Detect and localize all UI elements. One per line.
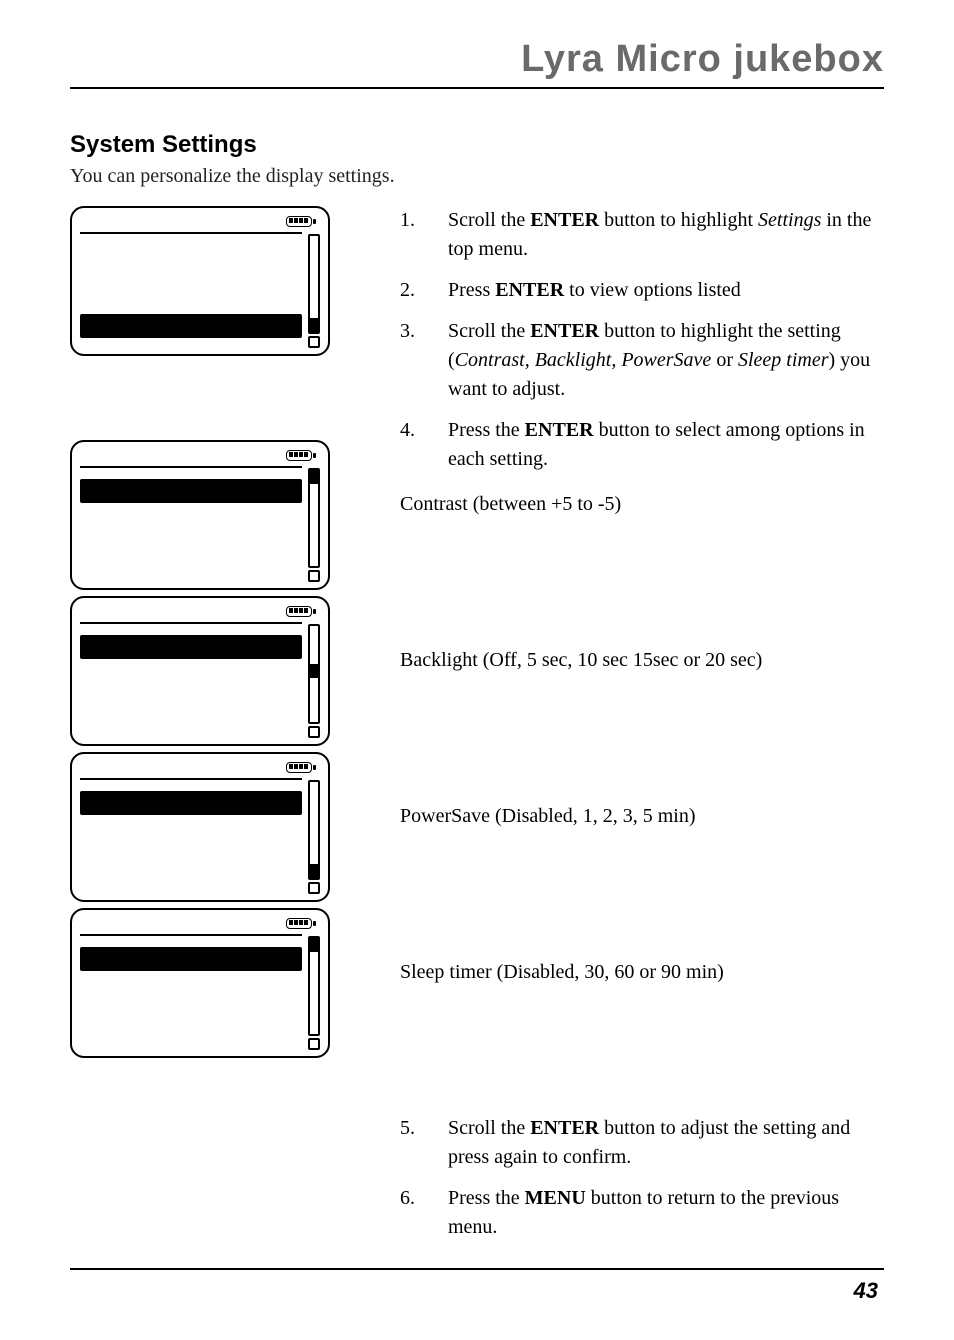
device-row bbox=[80, 791, 302, 815]
step-text: Scroll the ENTER button to highlight the… bbox=[448, 317, 884, 404]
scrollbar bbox=[308, 234, 320, 348]
device-rows bbox=[80, 936, 302, 1050]
option-label: Backlight (Off, 5 sec, 10 sec 15sec or 2… bbox=[400, 646, 884, 674]
device-row bbox=[80, 669, 302, 693]
battery-icon bbox=[286, 450, 316, 461]
scrollbar bbox=[308, 936, 320, 1050]
step-number: 1. bbox=[400, 206, 448, 264]
step-number: 3. bbox=[400, 317, 448, 404]
scrollbar bbox=[308, 468, 320, 582]
device-row bbox=[80, 825, 302, 849]
device-row bbox=[80, 635, 302, 659]
device-rows bbox=[80, 624, 302, 738]
battery-icon bbox=[286, 918, 316, 929]
battery-icon bbox=[286, 606, 316, 617]
step-number: 6. bbox=[400, 1184, 448, 1242]
device-row bbox=[80, 245, 302, 269]
device-row bbox=[80, 860, 302, 884]
step-number: 4. bbox=[400, 416, 448, 474]
step-text: Press ENTER to view options listed bbox=[448, 276, 884, 305]
instruction-step: 2.Press ENTER to view options listed bbox=[400, 276, 884, 305]
left-column bbox=[70, 206, 380, 1254]
device-row bbox=[80, 981, 302, 1005]
device-screen bbox=[70, 440, 380, 596]
header-title: Lyra Micro jukebox bbox=[70, 38, 884, 89]
page: Lyra Micro jukebox System Settings You c… bbox=[0, 0, 954, 1340]
device-row bbox=[80, 314, 302, 338]
device-rows bbox=[80, 780, 302, 894]
instruction-step: 4.Press the ENTER button to select among… bbox=[400, 416, 884, 474]
device-rows bbox=[80, 468, 302, 582]
instruction-step: 6.Press the MENU button to return to the… bbox=[400, 1184, 884, 1242]
battery-icon bbox=[286, 216, 316, 227]
device-row bbox=[80, 1016, 302, 1040]
option-label: Sleep timer (Disabled, 30, 60 or 90 min) bbox=[400, 958, 884, 986]
device-row bbox=[80, 548, 302, 572]
section-title: System Settings bbox=[70, 131, 884, 159]
step-text: Press the ENTER button to select among o… bbox=[448, 416, 884, 474]
option-powersave: PowerSave (Disabled, 1, 2, 3, 5 min) bbox=[400, 802, 884, 958]
battery-icon bbox=[286, 762, 316, 773]
device-screen bbox=[70, 206, 380, 362]
option-contrast: Contrast (between +5 to -5) bbox=[400, 486, 884, 646]
device-row bbox=[80, 479, 302, 503]
page-number: 43 bbox=[854, 1278, 878, 1304]
instruction-step: 1.Scroll the ENTER button to highlight S… bbox=[400, 206, 884, 264]
device-row bbox=[80, 279, 302, 303]
spacer bbox=[70, 362, 380, 440]
option-backlight: Backlight (Off, 5 sec, 10 sec 15sec or 2… bbox=[400, 646, 884, 802]
content-columns: 1.Scroll the ENTER button to highlight S… bbox=[70, 206, 884, 1254]
instruction-step: 3.Scroll the ENTER button to highlight t… bbox=[400, 317, 884, 404]
device-screen bbox=[70, 596, 380, 752]
step-text: Press the MENU button to return to the p… bbox=[448, 1184, 884, 1242]
step-number: 2. bbox=[400, 276, 448, 305]
step-number: 5. bbox=[400, 1114, 448, 1172]
device-row bbox=[80, 947, 302, 971]
footer-rule bbox=[70, 1268, 884, 1270]
scrollbar bbox=[308, 780, 320, 894]
step-text: Scroll the ENTER button to adjust the se… bbox=[448, 1114, 884, 1172]
section-subtitle: You can personalize the display settings… bbox=[70, 165, 884, 188]
option-sleeptimer: Sleep timer (Disabled, 30, 60 or 90 min) bbox=[400, 958, 884, 1114]
instruction-step: 5.Scroll the ENTER button to adjust the … bbox=[400, 1114, 884, 1172]
right-column: 1.Scroll the ENTER button to highlight S… bbox=[380, 206, 884, 1254]
device-screen bbox=[70, 752, 380, 908]
device-row bbox=[80, 513, 302, 537]
device-screen bbox=[70, 908, 380, 1064]
device-rows bbox=[80, 234, 302, 348]
step-text: Scroll the ENTER button to highlight Set… bbox=[448, 206, 884, 264]
option-label: PowerSave (Disabled, 1, 2, 3, 5 min) bbox=[400, 802, 884, 830]
instruction-list-bottom: 5.Scroll the ENTER button to adjust the … bbox=[400, 1114, 884, 1242]
instruction-list-top: 1.Scroll the ENTER button to highlight S… bbox=[400, 206, 884, 474]
device-row bbox=[80, 704, 302, 728]
scrollbar bbox=[308, 624, 320, 738]
option-label: Contrast (between +5 to -5) bbox=[400, 490, 884, 518]
